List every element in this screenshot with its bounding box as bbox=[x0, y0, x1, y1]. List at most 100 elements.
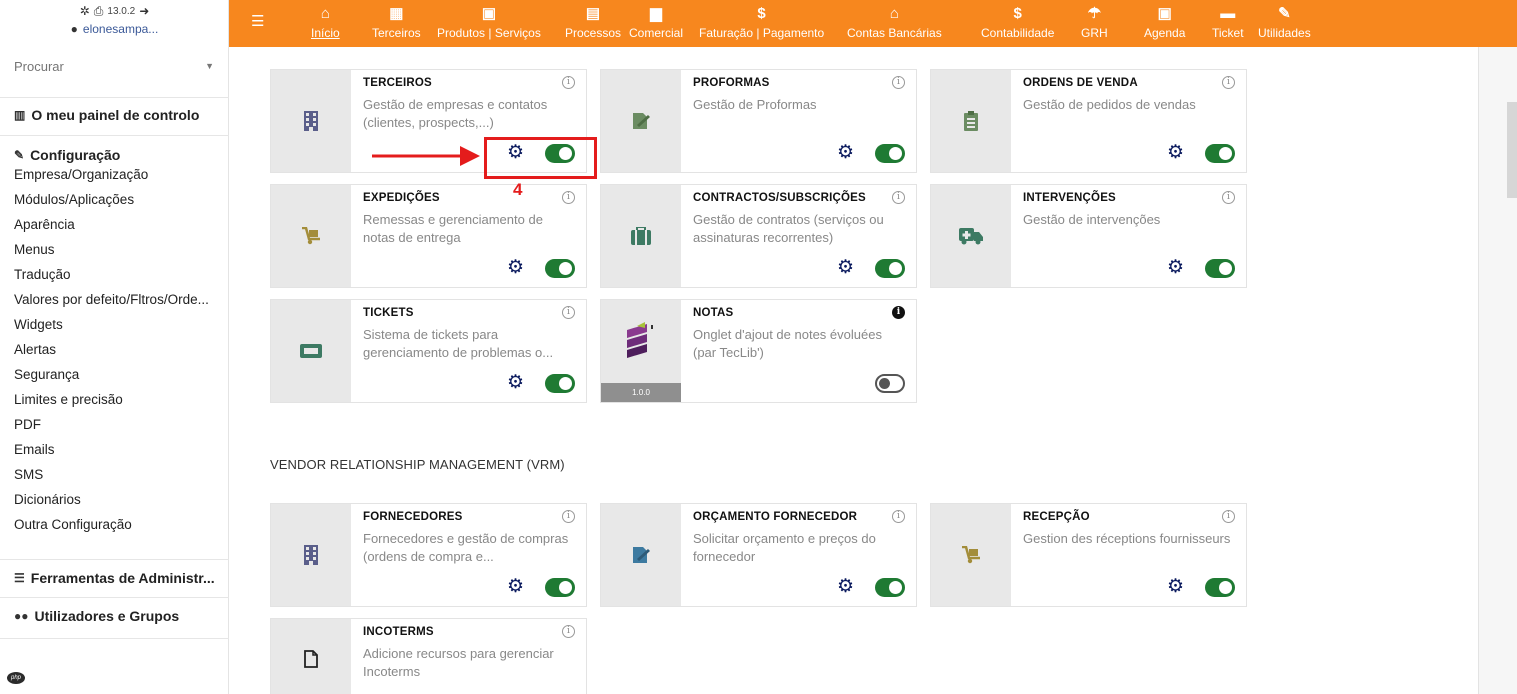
module-toggle[interactable] bbox=[875, 144, 905, 163]
nav-item-grh[interactable]: ☂ GRH bbox=[1081, 3, 1108, 41]
dollar-icon: $ bbox=[1013, 5, 1022, 22]
sidebar-item-alerts[interactable]: Alertas bbox=[0, 337, 225, 362]
gear-icon[interactable]: ⚙ bbox=[1167, 143, 1184, 162]
nav-item-ticket[interactable]: ▬ Ticket bbox=[1212, 3, 1244, 41]
chevron-down-icon[interactable]: ▼ bbox=[205, 61, 214, 71]
sidebar-item-defaults[interactable]: Valores por defeito/Fltros/Orde... bbox=[0, 287, 225, 312]
info-icon[interactable]: i bbox=[892, 191, 905, 204]
hamburger-menu-icon[interactable]: ☰ bbox=[251, 14, 265, 29]
sidebar-item-appearance[interactable]: Aparência bbox=[0, 212, 225, 237]
nav-label: GRH bbox=[1081, 26, 1108, 40]
search-input[interactable] bbox=[14, 58, 184, 74]
sidebar-item-label: Utilizadores e Grupos bbox=[34, 608, 180, 624]
module-title: ORDENS DE VENDA bbox=[1023, 77, 1138, 89]
nav-label: Agenda bbox=[1144, 26, 1186, 40]
bug-icon[interactable]: ✲ bbox=[80, 4, 90, 18]
sidebar-item-users-groups[interactable]: ●● Utilizadores e Grupos bbox=[0, 608, 229, 624]
nav-label: Comercial bbox=[629, 26, 684, 40]
info-icon[interactable]: i bbox=[892, 306, 905, 319]
module-toggle[interactable] bbox=[875, 578, 905, 597]
nav-item-agenda[interactable]: ▣ Agenda bbox=[1144, 3, 1185, 41]
module-description: Gestão de contratos (serviços ou assinat… bbox=[693, 212, 884, 245]
section-title-vrm: VENDOR RELATIONSHIP MANAGEMENT (VRM) bbox=[270, 457, 565, 472]
info-icon[interactable]: i bbox=[562, 191, 575, 204]
nav-label: Terceiros bbox=[372, 26, 421, 40]
sidebar-config-block: ✎ Configuração Empresa/Organização Módul… bbox=[0, 135, 229, 551]
users-icon: ●● bbox=[14, 609, 29, 623]
nav-item-contabilidade[interactable]: $ Contabilidade bbox=[981, 3, 1054, 41]
module-toggle[interactable] bbox=[1205, 259, 1235, 278]
module-card-expedicoes: EXPEDIÇÕES i Remessas e gerenciamento de… bbox=[270, 184, 587, 288]
chart-icon: ▥ bbox=[14, 108, 26, 122]
info-icon[interactable]: i bbox=[562, 76, 575, 89]
nav-item-inicio[interactable]: ⌂ Início bbox=[311, 3, 340, 41]
module-description: Sistema de tickets para gerenciamento de… bbox=[363, 327, 554, 360]
info-icon[interactable]: i bbox=[892, 76, 905, 89]
sidebar-item-sms[interactable]: SMS bbox=[0, 462, 225, 487]
sidebar-item-emails[interactable]: Emails bbox=[0, 437, 225, 462]
nav-item-contas-bancarias[interactable]: ⌂ Contas Bancárias bbox=[847, 3, 942, 41]
sidebar-item-limits[interactable]: Limites e precisão bbox=[0, 387, 225, 412]
dollar-icon: $ bbox=[757, 5, 766, 22]
module-toggle[interactable] bbox=[875, 374, 905, 393]
wrench-icon: ✎ bbox=[1278, 5, 1291, 22]
building-icon: ▦ bbox=[389, 5, 404, 22]
gear-icon[interactable]: ⚙ bbox=[1167, 258, 1184, 277]
logout-icon[interactable]: ➜ bbox=[139, 4, 149, 18]
gear-icon[interactable]: ⚙ bbox=[507, 258, 524, 277]
sidebar-item-pdf[interactable]: PDF bbox=[0, 412, 225, 437]
ticket-icon: ▬ bbox=[1220, 5, 1236, 22]
module-toggle[interactable] bbox=[1205, 144, 1235, 163]
notes-logo-icon bbox=[627, 322, 653, 358]
username-link[interactable]: elonesampa... bbox=[83, 22, 158, 36]
scrollbar-thumb[interactable] bbox=[1507, 102, 1517, 198]
nav-item-produtos[interactable]: ▣ Produtos | Serviços bbox=[437, 3, 541, 41]
printer-icon[interactable]: ⎙ bbox=[94, 4, 104, 19]
nav-item-processos[interactable]: ▤ Processos bbox=[565, 3, 621, 41]
sidebar-item-company[interactable]: Empresa/Organização bbox=[0, 162, 225, 187]
info-icon[interactable]: i bbox=[1222, 76, 1235, 89]
sidebar-item-widgets[interactable]: Widgets bbox=[0, 312, 225, 337]
nav-item-utilidades[interactable]: ✎ Utilidades bbox=[1258, 3, 1311, 41]
module-title: ORÇAMENTO FORNECEDOR bbox=[693, 511, 858, 523]
sidebar-search[interactable]: ▼ bbox=[14, 55, 214, 77]
sidebar-item-modules[interactable]: Módulos/Aplicações bbox=[0, 187, 225, 212]
info-icon[interactable]: i bbox=[562, 625, 575, 638]
suitcase-icon bbox=[631, 227, 651, 245]
module-title: NOTAS bbox=[693, 307, 734, 319]
module-toggle[interactable] bbox=[875, 259, 905, 278]
gear-icon[interactable]: ⚙ bbox=[837, 577, 854, 596]
sidebar-item-other-config[interactable]: Outra Configuração bbox=[0, 512, 225, 537]
gear-icon[interactable]: ⚙ bbox=[507, 373, 524, 392]
gear-icon[interactable]: ⚙ bbox=[837, 143, 854, 162]
module-toggle[interactable] bbox=[545, 374, 575, 393]
info-icon[interactable]: i bbox=[1222, 191, 1235, 204]
info-icon[interactable]: i bbox=[562, 306, 575, 319]
module-description: Gestão de Proformas bbox=[693, 97, 817, 112]
module-title: CONTRACTOS/SUBSCRIÇÕES bbox=[693, 192, 866, 204]
gear-icon[interactable]: ⚙ bbox=[1167, 577, 1184, 596]
sidebar-item-security[interactable]: Segurança bbox=[0, 362, 225, 387]
nav-item-terceiros[interactable]: ▦ Terceiros bbox=[372, 3, 421, 41]
vertical-scrollbar[interactable] bbox=[1478, 47, 1517, 694]
module-icon-box bbox=[601, 504, 681, 606]
module-toggle[interactable] bbox=[545, 578, 575, 597]
gear-icon[interactable]: ⚙ bbox=[507, 577, 524, 596]
info-icon[interactable]: i bbox=[1222, 510, 1235, 523]
info-icon[interactable]: i bbox=[892, 510, 905, 523]
sidebar-item-translation[interactable]: Tradução bbox=[0, 262, 225, 287]
nav-label: Ticket bbox=[1212, 26, 1244, 40]
sidebar-item-menus[interactable]: Menus bbox=[0, 237, 225, 262]
nav-item-faturacao[interactable]: $ Faturação | Pagamento bbox=[699, 3, 824, 41]
module-toggle[interactable] bbox=[545, 259, 575, 278]
sidebar-item-dictionaries[interactable]: Dicionários bbox=[0, 487, 225, 512]
gear-icon[interactable]: ⚙ bbox=[837, 258, 854, 277]
nav-item-comercial[interactable]: ▆ Comercial bbox=[629, 3, 683, 41]
sidebar-item-admin-tools[interactable]: ☰ Ferramentas de Administr... bbox=[0, 570, 229, 586]
module-icon-box bbox=[931, 504, 1011, 606]
sidebar-item-label: Configuração bbox=[30, 147, 121, 163]
info-icon[interactable]: i bbox=[562, 510, 575, 523]
module-toggle[interactable] bbox=[1205, 578, 1235, 597]
sidebar-item-dashboard[interactable]: ▥ O meu painel de controlo bbox=[0, 107, 229, 123]
umbrella-icon: ☂ bbox=[1087, 5, 1102, 22]
